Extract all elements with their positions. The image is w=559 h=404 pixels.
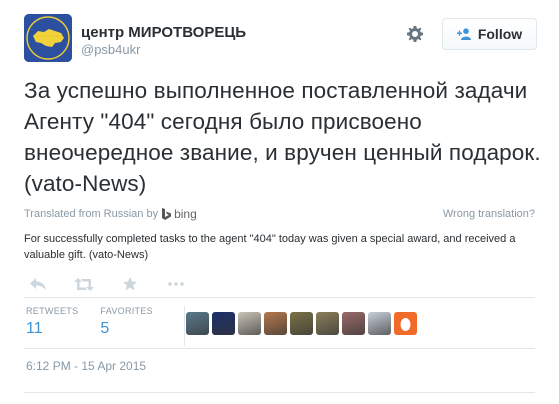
tweet-text: За успешно выполненное поставленной зада… [24, 78, 541, 196]
gear-icon[interactable] [405, 24, 425, 44]
retweets-label: RETWEETS [26, 306, 79, 316]
retweet-icon[interactable] [74, 275, 94, 293]
favoriter-avatars [186, 312, 417, 335]
egg-avatar-icon [400, 318, 411, 331]
favoriter-avatar[interactable] [368, 312, 391, 335]
translation-bar: Translated from Russian by bing Wrong tr… [24, 204, 535, 224]
reply-icon[interactable] [28, 275, 48, 293]
translated-text: For successfully completed tasks to the … [24, 233, 516, 261]
translated-from-label: Translated from Russian by [24, 208, 159, 220]
favoriter-avatar[interactable] [394, 312, 417, 335]
ukraine-map-logo-icon [24, 14, 72, 62]
bing-icon [162, 207, 172, 220]
author-names: центр МИРОТВОРЕЦЬ @psb4ukr [81, 24, 246, 57]
add-user-icon [456, 28, 471, 40]
follow-button[interactable]: Follow [442, 18, 537, 50]
bing-label: bing [174, 207, 197, 221]
favoriter-avatar[interactable] [186, 312, 209, 335]
favoriter-avatar[interactable] [212, 312, 235, 335]
favorites-label: FAVORITES [100, 306, 153, 316]
favorites-stat[interactable]: FAVORITES 5 [100, 306, 153, 346]
wrong-translation-link[interactable]: Wrong translation? [443, 208, 535, 220]
timestamp[interactable]: 6:12 PM - 15 Apr 2015 [26, 359, 146, 373]
tweet-header: центр МИРОТВОРЕЦЬ @psb4ukr Follow [24, 14, 537, 64]
bing-logo[interactable]: bing [162, 207, 197, 221]
favoriter-avatar[interactable] [342, 312, 365, 335]
favoriter-avatar[interactable] [238, 312, 261, 335]
favoriter-avatar[interactable] [290, 312, 313, 335]
avatar[interactable] [24, 14, 72, 62]
follow-label: Follow [477, 26, 523, 42]
retweets-count: 11 [26, 320, 43, 337]
divider [24, 392, 535, 393]
favoriter-avatar[interactable] [316, 312, 339, 335]
tweet-actions [28, 275, 186, 293]
divider [24, 297, 535, 298]
stats-divider [184, 306, 185, 346]
favorites-count: 5 [100, 320, 110, 337]
user-handle[interactable]: @psb4ukr [81, 42, 246, 57]
more-icon[interactable] [166, 275, 186, 293]
favorite-icon[interactable] [120, 275, 140, 293]
retweets-stat[interactable]: RETWEETS 11 [26, 306, 78, 346]
divider [24, 348, 535, 349]
favoriter-avatar[interactable] [264, 312, 287, 335]
tweet-stats: RETWEETS 11 FAVORITES 5 [26, 306, 185, 346]
display-name[interactable]: центр МИРОТВОРЕЦЬ [81, 24, 246, 41]
